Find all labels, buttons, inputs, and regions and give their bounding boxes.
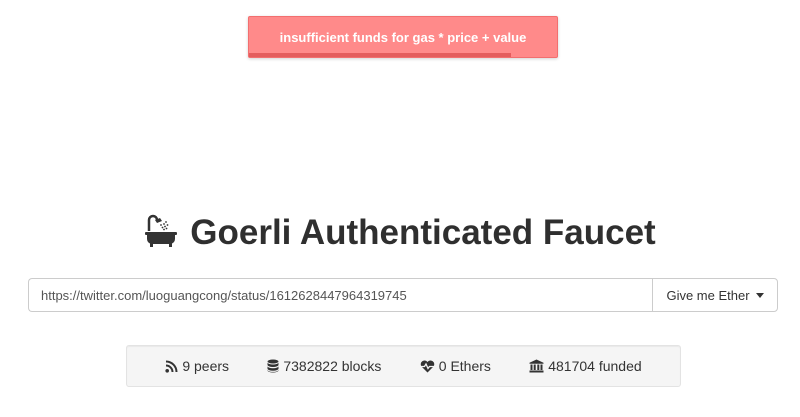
- stat-peers: 9 peers: [165, 358, 229, 374]
- blocks-count: 7382822 blocks: [283, 358, 382, 374]
- peers-count: 9 peers: [182, 358, 230, 374]
- bank-icon: [529, 359, 544, 373]
- give-me-ether-dropdown-button[interactable]: Give me Ether: [652, 278, 778, 312]
- page-title-text: Goerli Authenticated Faucet: [190, 213, 656, 252]
- url-input[interactable]: [28, 278, 652, 312]
- error-message: insufficient funds for gas * price + val…: [279, 30, 527, 45]
- stats-bar: 9 peers 7382822 blocks 0 Ethers 481704 f…: [126, 345, 681, 387]
- rss-icon: [165, 360, 178, 373]
- stat-blocks: 7382822 blocks: [267, 358, 381, 374]
- database-icon: [267, 359, 279, 373]
- toast-progress-bar: [249, 53, 511, 57]
- ethers-balance: 0 Ethers: [438, 358, 491, 374]
- give-me-ether-label: Give me Ether: [666, 287, 750, 303]
- stat-funded: 481704 funded: [529, 358, 642, 374]
- heartbeat-icon: [420, 360, 435, 372]
- funded-count: 481704 funded: [548, 358, 642, 374]
- request-form: Give me Ether: [28, 278, 778, 312]
- page-title: Goerli Authenticated Faucet: [0, 211, 800, 255]
- error-toast[interactable]: insufficient funds for gas * price + val…: [248, 16, 558, 58]
- stat-ethers: 0 Ethers: [420, 358, 491, 374]
- caret-down-icon: [755, 292, 764, 298]
- bath-icon: [145, 214, 178, 247]
